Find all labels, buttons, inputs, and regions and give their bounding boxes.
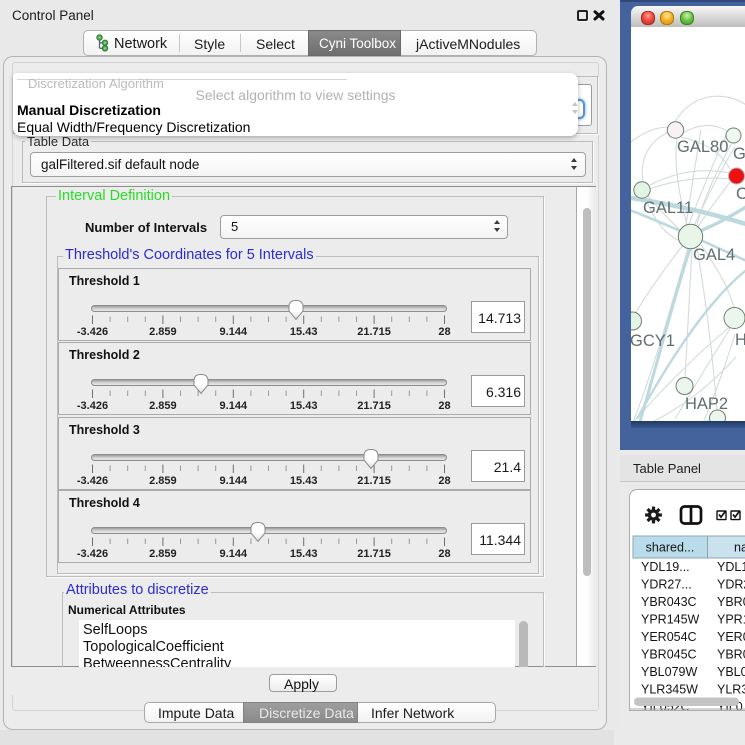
svg-text:YPR145W: YPR145W [641,613,700,627]
svg-text:GA: GA [733,145,745,163]
svg-text:YBR043C: YBR043C [641,595,697,609]
svg-text:YER054C: YER054C [641,630,697,644]
svg-text:YBL079W: YBL079W [641,665,697,679]
svg-text:YLR345W: YLR345W [641,683,698,697]
svg-text:HAP2: HAP2 [685,395,728,413]
svg-text:CR: CR [736,185,745,203]
svg-text:YPR1: YPR1 [717,613,745,627]
svg-text:na: na [734,541,745,555]
svg-text:GAL80: GAL80 [677,138,728,156]
svg-text:YDL1: YDL1 [717,560,745,574]
svg-text:YLR3: YLR3 [717,683,745,697]
svg-text:shared...: shared... [646,541,695,555]
svg-text:GAL4: GAL4 [693,246,735,264]
svg-text:YBR0: YBR0 [717,648,745,662]
svg-text:YDL19...: YDL19... [641,560,690,574]
svg-text:YBL0: YBL0 [717,665,745,679]
svg-text:YBR045C: YBR045C [641,648,697,662]
svg-text:YBR0: YBR0 [717,595,745,609]
svg-text:H: H [735,331,745,349]
svg-text:YDR2: YDR2 [717,578,745,592]
svg-text:GCY1: GCY1 [631,332,675,350]
svg-text:GAL11: GAL11 [643,199,693,217]
svg-text:YER0: YER0 [717,630,745,644]
svg-text:YDR27...: YDR27... [641,578,692,592]
